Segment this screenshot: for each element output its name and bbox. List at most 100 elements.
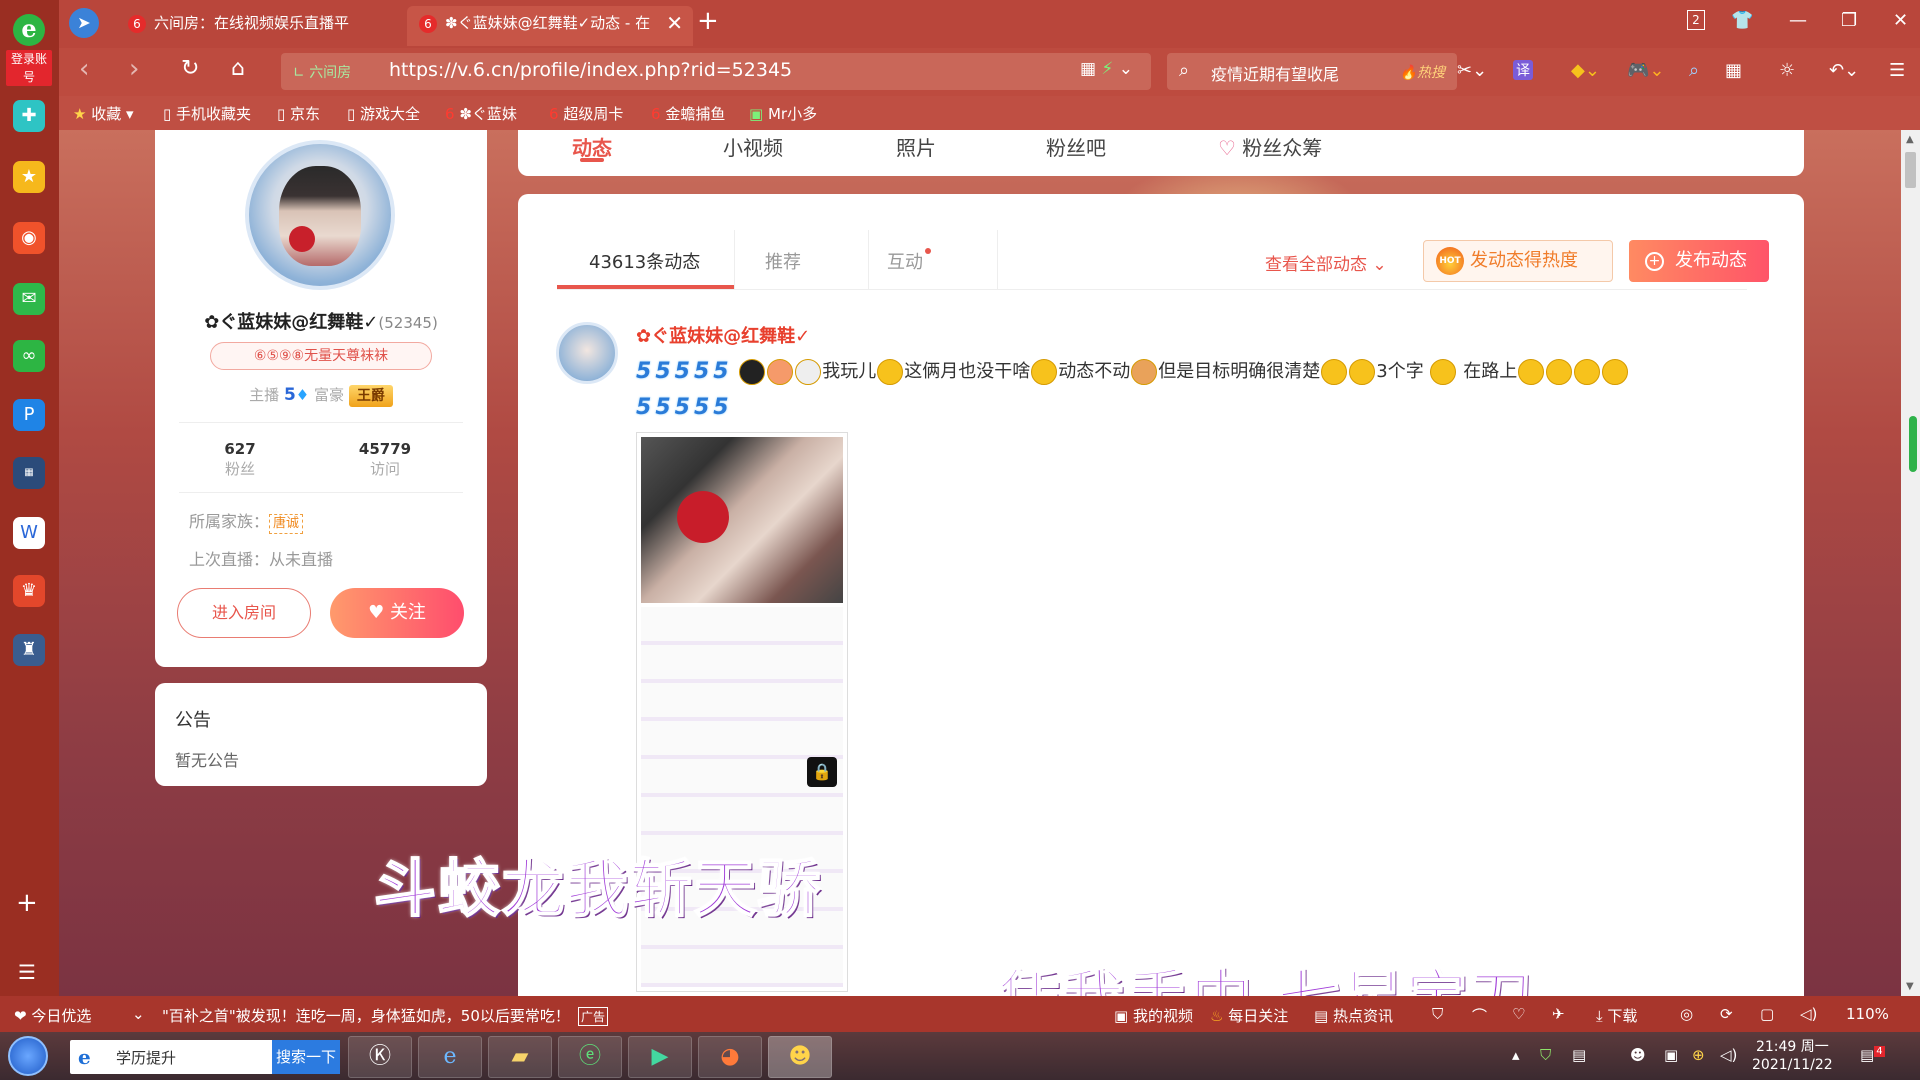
sidebar-p-app-icon[interactable]: P	[13, 399, 45, 431]
apps-grid-icon[interactable]: ▦	[1725, 60, 1742, 81]
taskbar-search-button[interactable]: 搜索一下	[272, 1040, 340, 1074]
sidebar-weibo-icon[interactable]: ◉	[13, 222, 45, 254]
sidebar-game-icon[interactable]: ▦	[13, 457, 45, 489]
bookmark-profile[interactable]: 6 ✽ぐ蓝妹	[445, 103, 517, 124]
sidebar-game-3-icon[interactable]: ♜	[13, 634, 45, 666]
page-scrollbar[interactable]: ▲ ▼	[1901, 130, 1920, 996]
taskbar-active-app-icon[interactable]: ☻	[768, 1036, 832, 1078]
taskbar-folder-icon[interactable]: ▰	[488, 1036, 552, 1078]
sidebar-mail-icon[interactable]: ✉	[13, 283, 45, 315]
bookmark-weekly-card[interactable]: 6 超级周卡	[549, 103, 623, 124]
new-tab-icon[interactable]: +	[697, 8, 719, 34]
today-picks[interactable]: ❤ 今日优选	[14, 1005, 91, 1026]
tab-short-videos[interactable]: 小视频	[723, 132, 783, 161]
bookmark-fishing[interactable]: 6 金蟾捕鱼	[651, 103, 725, 124]
scrollbar-thumb[interactable]	[1905, 152, 1916, 188]
close-window-icon[interactable]: ✕	[1893, 10, 1908, 31]
shirt-icon[interactable]: 👕	[1731, 10, 1753, 31]
taskbar-ie-icon[interactable]: e	[418, 1036, 482, 1078]
scissors-icon[interactable]: ✂⌄	[1457, 60, 1487, 81]
tray-network-icon[interactable]: ▣	[1664, 1046, 1678, 1064]
magnifier-icon[interactable]: ⌕	[1689, 60, 1699, 81]
tray-shield-icon[interactable]: ⛉	[1540, 1046, 1551, 1064]
chart-icon[interactable]: ⌒	[1472, 1005, 1487, 1026]
bookmark-games[interactable]: ▯ 游戏大全	[347, 103, 420, 124]
follow-button[interactable]: ♥ 关注	[330, 588, 464, 638]
tray-monitor-icon[interactable]: ▤	[1572, 1046, 1586, 1064]
expand-icon[interactable]: ⌄	[132, 1005, 145, 1023]
tab-crowdfunding[interactable]: ♡ 粉丝众筹	[1218, 132, 1322, 161]
bookmark-mobile[interactable]: ▯ 手机收藏夹	[163, 103, 251, 124]
minimize-icon[interactable]: —	[1789, 10, 1807, 31]
hot-news-link[interactable]: ▤ 热点资讯	[1314, 1005, 1393, 1026]
heartbeat-icon[interactable]: ♡	[1512, 1005, 1525, 1023]
bookmark-favorites[interactable]: ★ 收藏 ▾	[73, 103, 134, 124]
notification-icon[interactable]: ▤ 4	[1860, 1046, 1885, 1064]
url-text[interactable]: https://v.6.cn/profile/index.php?rid=523…	[389, 59, 792, 81]
publish-dynamic-button[interactable]: + 发布动态	[1629, 240, 1769, 282]
tray-qq-icon[interactable]: ☻	[1630, 1046, 1646, 1064]
taskbar-k-app-icon[interactable]: Ⓚ	[348, 1036, 412, 1078]
coupon-icon[interactable]: ◆⌄	[1571, 60, 1600, 81]
window-icon[interactable]: ▢	[1760, 1005, 1774, 1023]
subtab-recommended[interactable]: 推荐	[765, 248, 801, 274]
view-all-dynamics-dropdown[interactable]: 查看全部动态 ⌄	[1265, 250, 1387, 275]
taskbar-clock[interactable]: 21:49 周一 2021/11/22	[1752, 1038, 1833, 1074]
sidebar-game-2-icon[interactable]: ♛	[13, 575, 45, 607]
bookmark-mr-xiaoduo[interactable]: ▣ Mr小多	[749, 103, 817, 124]
taskbar-search-text[interactable]: 学历提升	[116, 1047, 176, 1068]
sidebar-word-icon[interactable]: W	[13, 517, 45, 549]
side-drag-handle[interactable]	[1909, 416, 1917, 472]
taskbar-browser-icon[interactable]: ⓔ	[558, 1036, 622, 1078]
search-input[interactable]: ⌕ 疫情近期有望收尾 🔥热搜	[1167, 53, 1457, 90]
tray-plus-icon[interactable]: ⊕	[1692, 1046, 1705, 1064]
speed-icon[interactable]: ◎	[1680, 1005, 1693, 1023]
ad-text[interactable]: "百补之首"被发现！连吃一周，身体猛如虎，50以后要常吃！	[162, 1005, 570, 1026]
undo-icon[interactable]: ↶⌄	[1829, 60, 1859, 81]
tab-dynamics[interactable]: 动态	[572, 132, 612, 161]
post-author-avatar[interactable]	[556, 322, 618, 384]
url-input[interactable]: ∟ 六间房 https://v.6.cn/profile/index.php?r…	[281, 53, 1151, 90]
login-account-button[interactable]: 登录账号	[6, 50, 52, 86]
translate-icon[interactable]: 译	[1513, 60, 1533, 80]
taskbar-search[interactable]: e 学历提升 搜索一下	[70, 1040, 340, 1074]
download-link[interactable]: ⤓ 下载	[1596, 1005, 1637, 1026]
my-video-link[interactable]: ▣ 我的视频	[1114, 1005, 1193, 1026]
browser-logo[interactable]: e 登录账号	[6, 14, 52, 86]
sidebar-add-icon[interactable]: +	[16, 890, 38, 916]
profile-avatar[interactable]	[245, 140, 395, 290]
subtab-all-dynamics[interactable]: 43613条动态	[589, 248, 700, 274]
sidebar-link-icon[interactable]: ∞	[13, 340, 45, 372]
start-button[interactable]	[8, 1036, 48, 1076]
taskbar-360-icon[interactable]: ◕	[698, 1036, 762, 1078]
search-text[interactable]: 疫情近期有望收尾	[1211, 61, 1339, 85]
subtab-interaction[interactable]: 互动	[887, 248, 931, 274]
zoom-level[interactable]: 110%	[1846, 1005, 1889, 1023]
sidebar-favorites-icon[interactable]: ★	[13, 161, 45, 193]
refresh-icon[interactable]: ↻	[181, 54, 199, 84]
hot-search-badge[interactable]: 🔥热搜	[1400, 62, 1445, 82]
bookmark-jd[interactable]: ▯ 京东	[277, 103, 320, 124]
rocket-icon[interactable]: ✈	[1552, 1005, 1565, 1023]
navigation-icon[interactable]: ➤	[69, 8, 99, 38]
sync-icon[interactable]: ⟳	[1720, 1005, 1733, 1023]
tray-expand-icon[interactable]: ▴	[1512, 1046, 1520, 1064]
volume-icon[interactable]: ◁)	[1800, 1005, 1817, 1023]
post-author-name[interactable]: ✿ぐ蓝妹妹@红舞鞋✓	[636, 322, 810, 348]
tab-profile-active[interactable]: 6 ✽ぐ蓝妹妹@红舞鞋✓动态 - 在 ✕	[407, 6, 693, 46]
fans-stat[interactable]: 627 粉丝	[180, 440, 300, 479]
shield-icon[interactable]: ⛉	[1432, 1005, 1443, 1023]
sidebar-menu-icon[interactable]: ☰	[18, 960, 36, 984]
back-icon[interactable]: ‹	[79, 54, 89, 84]
sidebar-app-add-icon[interactable]: ✚	[13, 100, 45, 132]
tab-count-icon[interactable]: 2	[1687, 10, 1705, 30]
tab-six-rooms-home[interactable]: 6 六间房：在线视频娱乐直播平	[116, 6, 406, 46]
home-icon[interactable]: ⌂	[231, 54, 245, 84]
url-actions[interactable]: ▦ ⚡ ⌄	[1080, 59, 1133, 79]
gamepad-icon[interactable]: 🎮⌄	[1627, 60, 1665, 81]
tab-fan-forum[interactable]: 粉丝吧	[1046, 132, 1106, 161]
menu-icon[interactable]: ☰	[1889, 60, 1905, 81]
forward-icon[interactable]: ›	[129, 54, 139, 84]
daily-follow-link[interactable]: ♨ 每日关注	[1210, 1005, 1288, 1026]
family-tag[interactable]: 唐诚	[269, 514, 304, 534]
